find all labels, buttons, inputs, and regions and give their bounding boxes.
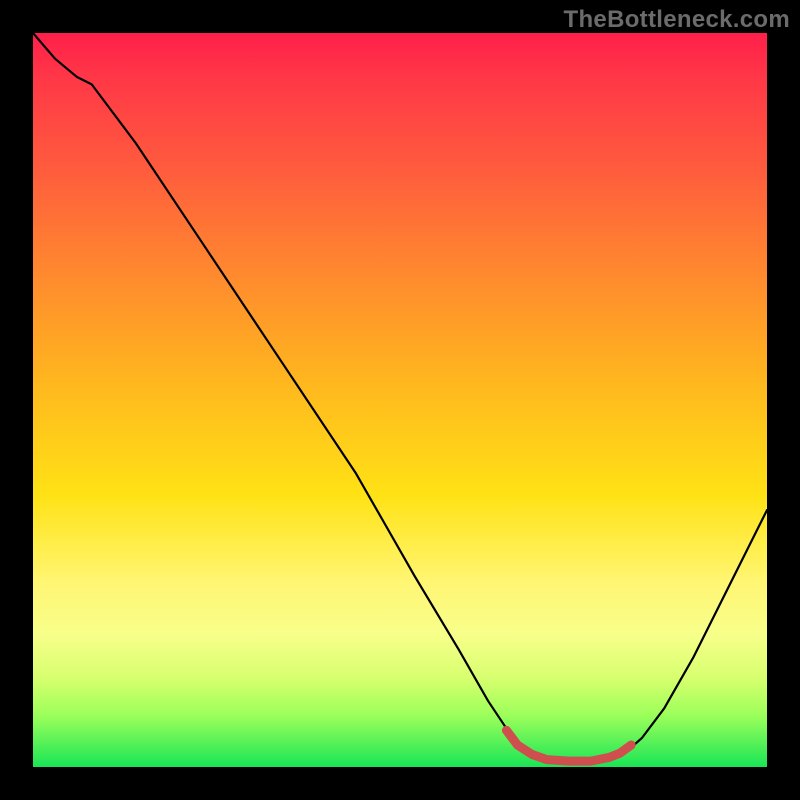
bottleneck-curve xyxy=(33,33,767,767)
chart-frame: TheBottleneck.com xyxy=(0,0,800,800)
watermark-text: TheBottleneck.com xyxy=(564,6,790,34)
plot-area xyxy=(33,33,767,767)
